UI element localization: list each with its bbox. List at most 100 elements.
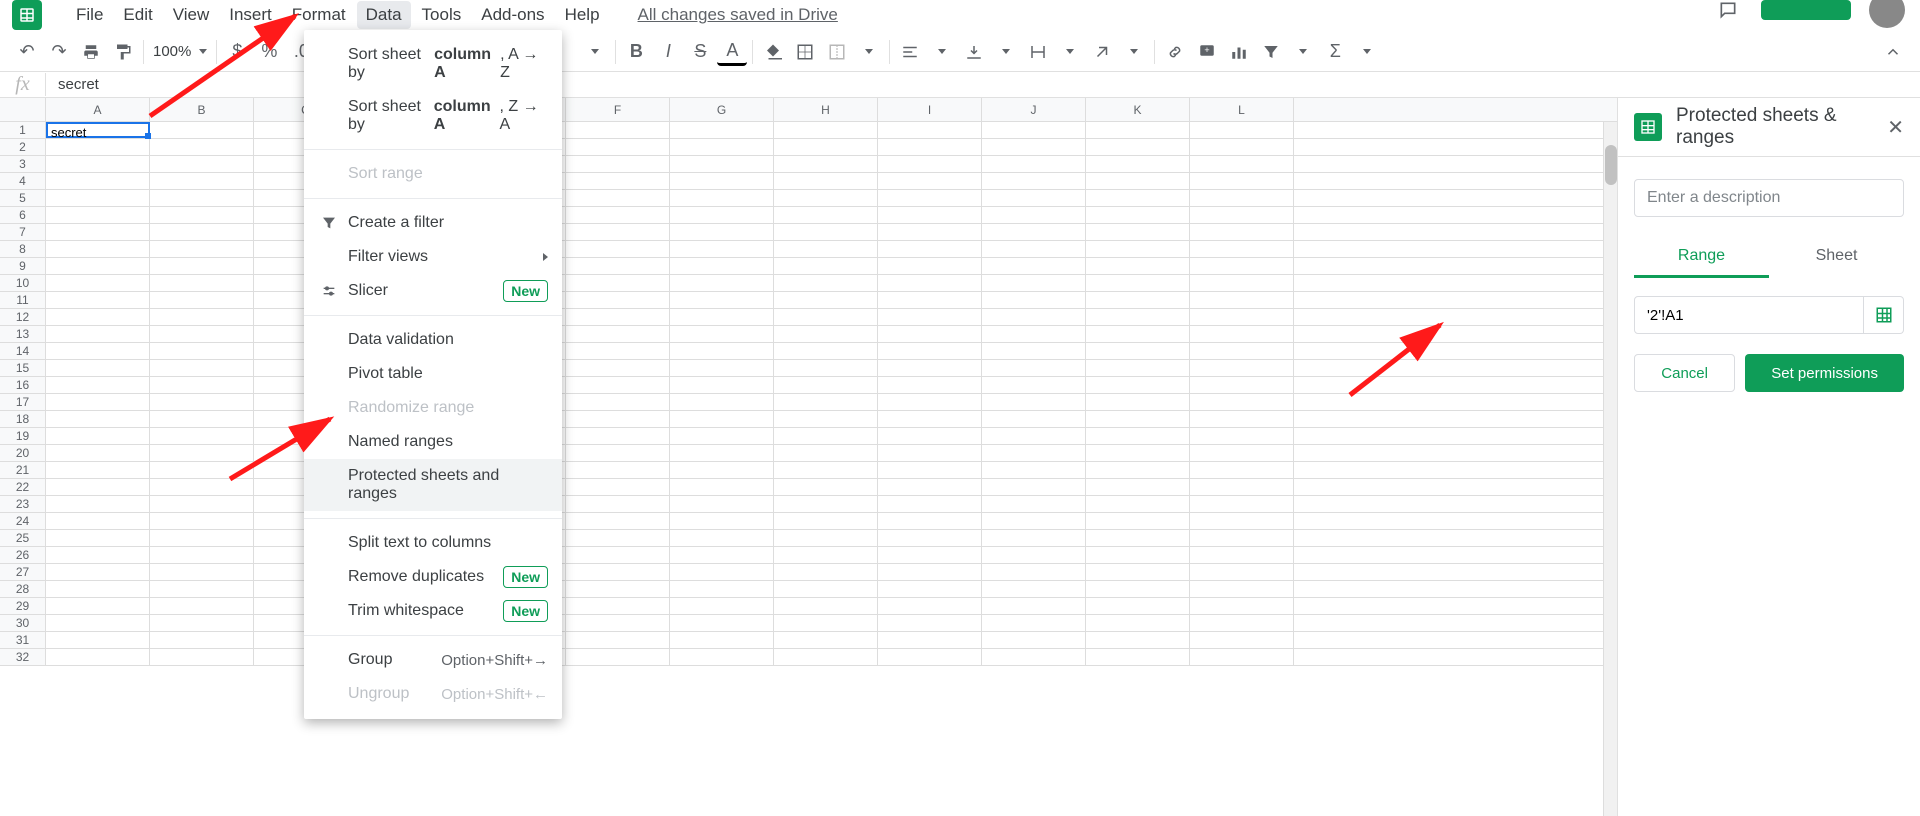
menu-edit[interactable]: Edit [114,1,161,29]
cell[interactable] [774,462,878,478]
row-header[interactable]: 4 [0,173,46,189]
cell[interactable] [46,326,150,342]
cell[interactable] [774,122,878,138]
cell[interactable] [670,598,774,614]
menu-named-ranges[interactable]: Named ranges [304,425,562,459]
rotate-caret[interactable] [1119,38,1149,66]
cell[interactable] [1190,547,1294,563]
cell[interactable] [566,122,670,138]
cell[interactable] [670,445,774,461]
menu-sort-za[interactable]: Sort sheet by column A, Z → A [304,90,562,142]
cell[interactable] [566,326,670,342]
more-formats-caret[interactable] [580,38,610,66]
cell[interactable] [670,207,774,223]
cell[interactable] [774,292,878,308]
cell[interactable] [566,530,670,546]
wrap-caret[interactable] [1055,38,1085,66]
tab-range[interactable]: Range [1634,237,1769,278]
cell[interactable] [566,513,670,529]
col-header-K[interactable]: K [1086,98,1190,121]
cell[interactable] [774,173,878,189]
cell[interactable] [150,343,254,359]
sheets-logo[interactable] [12,0,42,30]
cell[interactable] [1086,564,1190,580]
cell[interactable] [670,564,774,580]
cell[interactable] [774,343,878,359]
cell[interactable] [774,241,878,257]
row-header[interactable]: 2 [0,139,46,155]
cell[interactable] [1190,479,1294,495]
cell[interactable] [982,564,1086,580]
cell[interactable] [878,343,982,359]
cell[interactable] [774,479,878,495]
cell[interactable] [150,615,254,631]
cell[interactable] [1190,581,1294,597]
cell[interactable] [878,513,982,529]
scroll-thumb[interactable] [1605,145,1617,185]
merge-button[interactable] [822,38,852,66]
cell[interactable] [150,564,254,580]
cell[interactable] [1086,411,1190,427]
cell[interactable] [774,258,878,274]
cell[interactable] [982,207,1086,223]
cell[interactable] [670,343,774,359]
cell[interactable] [566,479,670,495]
cell[interactable] [982,632,1086,648]
cell[interactable] [1190,530,1294,546]
col-header-J[interactable]: J [982,98,1086,121]
cell[interactable] [1190,428,1294,444]
close-panel-button[interactable]: ✕ [1887,115,1904,140]
cell[interactable] [878,360,982,376]
cell[interactable] [46,564,150,580]
cell[interactable] [46,258,150,274]
cell[interactable] [1086,462,1190,478]
description-input[interactable] [1634,179,1904,217]
select-all-corner[interactable] [0,98,46,121]
cell[interactable] [1086,275,1190,291]
cell[interactable] [150,632,254,648]
cell[interactable] [1086,394,1190,410]
cell[interactable] [1190,411,1294,427]
cell[interactable] [1190,564,1294,580]
account-avatar[interactable] [1869,0,1905,28]
cell[interactable] [982,360,1086,376]
row-header[interactable]: 6 [0,207,46,223]
cell[interactable] [982,513,1086,529]
cell[interactable] [982,224,1086,240]
cell[interactable] [46,139,150,155]
paint-format-button[interactable] [108,38,138,66]
cell[interactable] [1190,513,1294,529]
row-header[interactable]: 3 [0,156,46,172]
cell[interactable] [982,326,1086,342]
undo-button[interactable]: ↶ [12,38,42,66]
menu-protected-sheets-ranges[interactable]: Protected sheets and ranges [304,459,562,511]
cell[interactable] [150,462,254,478]
row-header[interactable]: 18 [0,411,46,427]
cell[interactable] [1086,530,1190,546]
cell[interactable] [566,411,670,427]
cell[interactable] [1086,122,1190,138]
cell[interactable] [46,445,150,461]
cell[interactable] [982,530,1086,546]
cell[interactable] [566,258,670,274]
valign-button[interactable] [959,38,989,66]
chart-button[interactable] [1224,38,1254,66]
cell[interactable] [1086,598,1190,614]
cell[interactable] [150,258,254,274]
cell[interactable] [670,309,774,325]
cell[interactable] [670,615,774,631]
cell[interactable] [878,139,982,155]
percent-button[interactable]: % [254,38,284,66]
cell[interactable] [982,258,1086,274]
cell[interactable] [46,530,150,546]
menu-pivot-table[interactable]: Pivot table [304,357,562,391]
halign-button[interactable] [895,38,925,66]
cell[interactable] [566,224,670,240]
cell[interactable] [1086,513,1190,529]
cell[interactable] [774,190,878,206]
cell[interactable] [878,496,982,512]
cell[interactable] [1086,343,1190,359]
menu-split-text[interactable]: Split text to columns [304,526,562,560]
cell[interactable] [1086,632,1190,648]
cell[interactable] [878,649,982,665]
